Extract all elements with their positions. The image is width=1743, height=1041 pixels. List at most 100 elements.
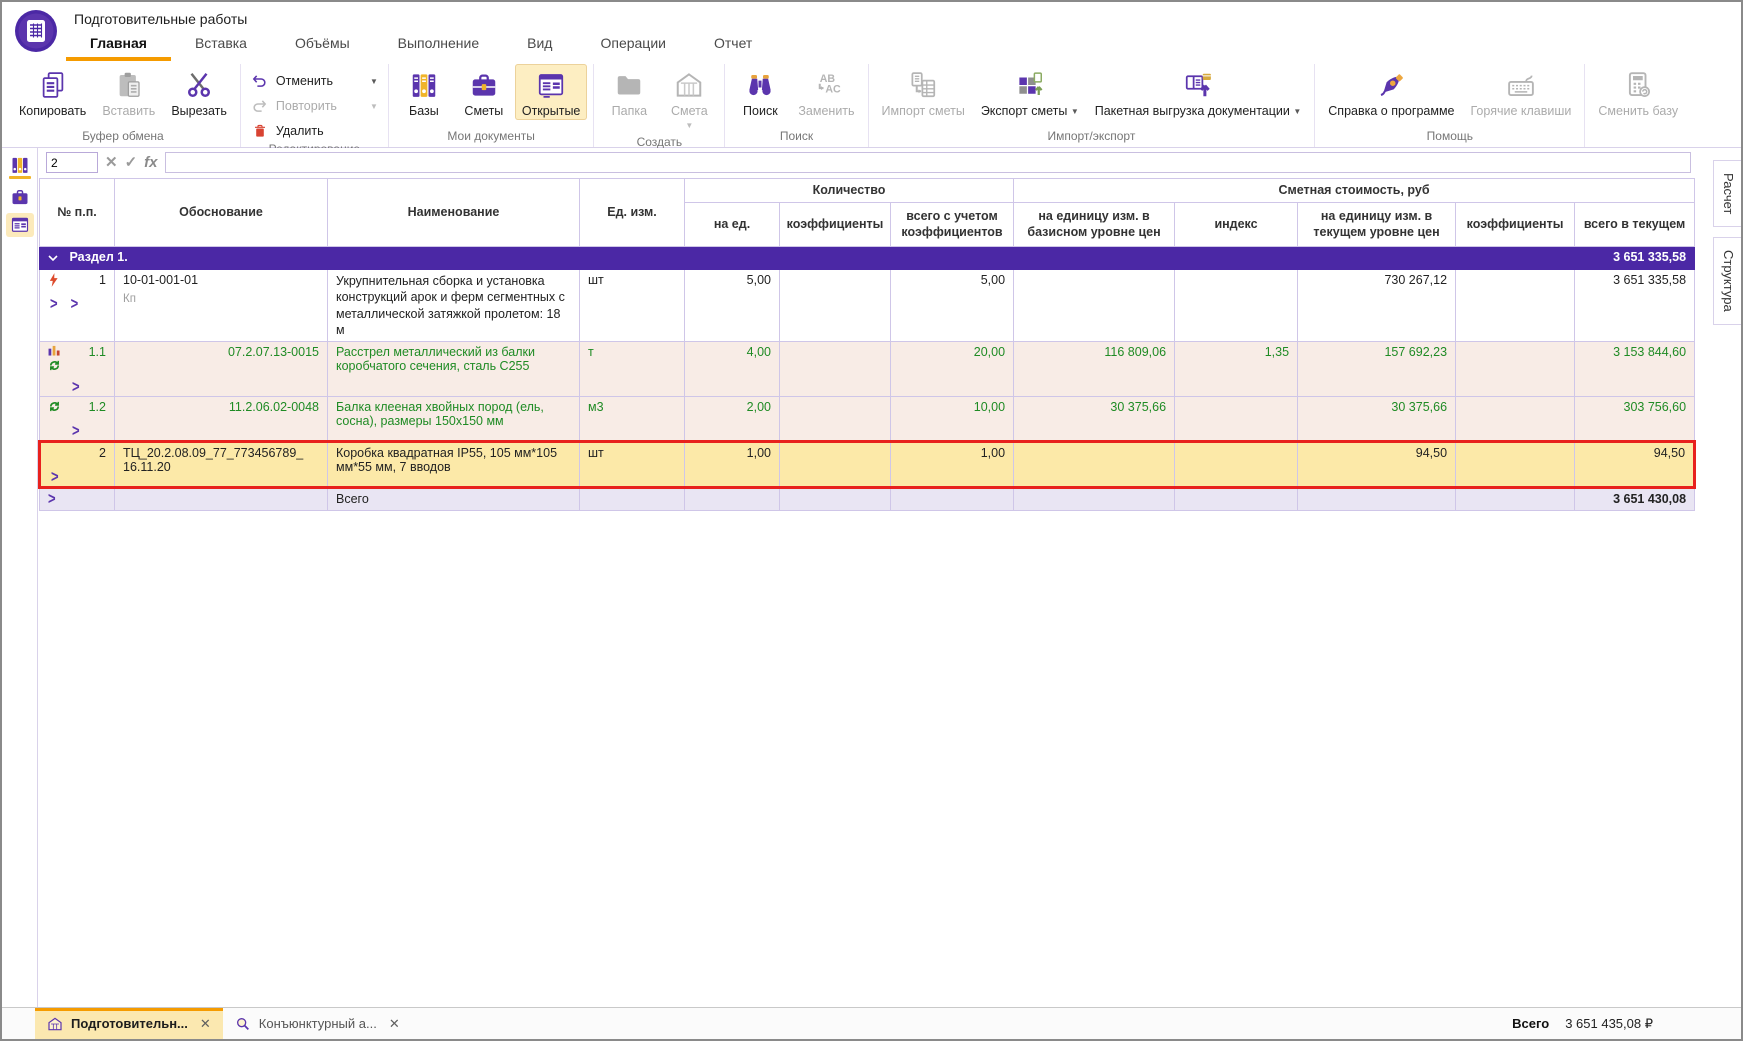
- table-row[interactable]: 1 > > 10-01-001-01 Кп: [40, 270, 1695, 342]
- close-icon[interactable]: ✕: [385, 1016, 400, 1032]
- header-qty-coef[interactable]: коэффициенты: [780, 203, 891, 247]
- binders-icon: [408, 69, 440, 101]
- export-estimate-label: Экспорт сметы ▼: [981, 104, 1079, 118]
- fx-icon: fx: [144, 154, 157, 171]
- group-label-help: Помощь: [1321, 127, 1578, 147]
- rail-opened-button[interactable]: [6, 213, 34, 237]
- side-tab-structure[interactable]: Структура: [1713, 237, 1741, 325]
- group-label-clipboard: Буфер обмена: [12, 127, 234, 147]
- header-cost-total[interactable]: всего в текущем: [1575, 203, 1695, 247]
- header-qty-group[interactable]: Количество: [685, 179, 1014, 203]
- paste-label: Вставить: [102, 104, 155, 118]
- opened-button[interactable]: Открытые: [515, 64, 588, 120]
- row-cost-coef: [1456, 342, 1575, 397]
- row-total: 3 651 335,58: [1575, 270, 1695, 342]
- row-qty-per: 5,00: [685, 270, 780, 342]
- cut-button[interactable]: Вырезать: [164, 64, 234, 120]
- opened-windows-icon: [10, 215, 30, 235]
- right-rail: Расчет Структура: [1713, 148, 1741, 1007]
- row-cost-cur: 94,50: [1298, 442, 1456, 488]
- paste-button[interactable]: Вставить: [95, 64, 162, 120]
- undo-button[interactable]: Отменить ▼: [251, 72, 378, 90]
- svg-text:AC: AC: [826, 84, 842, 96]
- tab-otchet[interactable]: Отчет: [690, 28, 776, 61]
- about-button[interactable]: Справка о программе: [1321, 64, 1461, 120]
- header-unit[interactable]: Ед. изм.: [580, 179, 685, 247]
- row-name: Укрупнительная сборка и установка констр…: [328, 270, 580, 342]
- header-cost-group[interactable]: Сметная стоимость, руб: [1014, 179, 1695, 203]
- tab-obyomy[interactable]: Объёмы: [271, 28, 374, 61]
- table-row[interactable]: 1.1 > 07.2.07.13-0015 Расстрел металличе…: [40, 342, 1695, 397]
- hotkeys-button[interactable]: Горячие клавиши: [1464, 64, 1579, 120]
- tab-vid[interactable]: Вид: [503, 28, 576, 61]
- doc-tab-podgotovitelnye[interactable]: Подготовительн... ✕: [35, 1008, 223, 1039]
- redo-icon: [251, 97, 269, 115]
- tab-glavnaya[interactable]: Главная: [66, 28, 171, 61]
- header-cost-cur[interactable]: на единицу изм. в текущем уровне цен: [1298, 203, 1456, 247]
- rail-bases-button[interactable]: [6, 153, 34, 181]
- formula-input[interactable]: [165, 152, 1692, 173]
- formula-accept-icon[interactable]: ✓: [125, 155, 138, 170]
- redo-dropdown-icon[interactable]: ▼: [344, 102, 378, 111]
- header-cost-base[interactable]: на единицу изм. в базисном уровне цен: [1014, 203, 1175, 247]
- section-collapse-icon[interactable]: [48, 250, 58, 264]
- estimates-button[interactable]: Сметы: [455, 64, 513, 120]
- about-label: Справка о программе: [1328, 104, 1454, 118]
- import-estimate-button[interactable]: Импорт сметы: [875, 64, 972, 120]
- copy-button[interactable]: Копировать: [12, 64, 93, 120]
- statusbar-total-label: Всего: [1512, 1016, 1549, 1031]
- side-tab-calc[interactable]: Расчет: [1713, 160, 1741, 227]
- expand-chevron-icon[interactable]: >: [50, 295, 58, 311]
- replace-button[interactable]: AB AC Заменить: [791, 64, 861, 120]
- doc-tab-konyunkturny[interactable]: Конъюнктурный а... ✕: [223, 1008, 412, 1039]
- export-estimate-button[interactable]: Экспорт сметы ▼: [974, 64, 1086, 120]
- header-qty-per[interactable]: на ед.: [685, 203, 780, 247]
- redo-button[interactable]: Повторить ▼: [251, 97, 378, 115]
- copy-label: Копировать: [19, 104, 86, 118]
- find-label: Поиск: [743, 104, 778, 118]
- batch-upload-button[interactable]: Пакетная выгрузка документации ▼: [1088, 64, 1309, 120]
- undo-dropdown-icon[interactable]: ▼: [344, 77, 378, 86]
- bases-button[interactable]: Базы: [395, 64, 453, 120]
- expand-chevron-icon[interactable]: >: [71, 295, 79, 311]
- header-basis[interactable]: Обоснование: [115, 179, 328, 247]
- header-cost-coef[interactable]: коэффициенты: [1456, 203, 1575, 247]
- expand-chevron-icon[interactable]: >: [72, 378, 80, 394]
- document-title: Подготовительные работы: [74, 11, 247, 27]
- formula-cancel-icon[interactable]: ✕: [105, 155, 118, 170]
- header-cost-index[interactable]: индекс: [1175, 203, 1298, 247]
- binoculars-icon: [744, 69, 776, 101]
- section-title: Раздел 1.: [69, 250, 127, 264]
- tab-vypolnenie[interactable]: Выполнение: [374, 28, 503, 61]
- redo-label: Повторить: [276, 99, 337, 113]
- header-name[interactable]: Наименование: [328, 179, 580, 247]
- tab-operacii[interactable]: Операции: [576, 28, 690, 61]
- new-estimate-button[interactable]: Смета ▼: [660, 64, 718, 133]
- export-dropdown-icon[interactable]: ▼: [1071, 107, 1079, 116]
- batch-upload-dropdown-icon[interactable]: ▼: [1293, 107, 1301, 116]
- expand-chevron-icon[interactable]: >: [51, 468, 59, 484]
- find-button[interactable]: Поиск: [731, 64, 789, 120]
- table-row[interactable]: 1.2 > 11.2.06.02-0048 Балка клееная хвой…: [40, 397, 1695, 442]
- new-estimate-dropdown-icon[interactable]: ▼: [685, 121, 693, 130]
- new-folder-button[interactable]: Папка: [600, 64, 658, 120]
- header-qty-total[interactable]: всего с учетом коэффициентов: [891, 203, 1014, 247]
- header-num[interactable]: № п.п.: [40, 179, 115, 247]
- rail-estimates-button[interactable]: [6, 185, 34, 209]
- change-base-button[interactable]: Сменить базу: [1591, 64, 1685, 120]
- rocket-icon: [1375, 69, 1407, 101]
- cell-reference-input[interactable]: [46, 152, 98, 173]
- tab-vstavka[interactable]: Вставка: [171, 28, 271, 61]
- expand-chevron-icon[interactable]: >: [72, 422, 80, 438]
- close-icon[interactable]: ✕: [196, 1016, 211, 1032]
- selected-table-row[interactable]: 2 > ТЦ_20.2.08.09_77_773456789_ 16.11.20…: [40, 442, 1695, 488]
- delete-button[interactable]: Удалить: [251, 122, 378, 140]
- workspace: ✕ ✓ fx № п.п. Обоснование: [2, 148, 1741, 1007]
- expand-chevron-icon[interactable]: >: [48, 490, 56, 506]
- row-cost-cur: 730 267,12: [1298, 270, 1456, 342]
- section-row[interactable]: Раздел 1. 3 651 335,58: [40, 247, 1695, 270]
- statusbar: Подготовительн... ✕ Конъюнктурный а... ✕…: [2, 1007, 1741, 1039]
- import-icon: [907, 69, 939, 101]
- doc-tab-label: Конъюнктурный а...: [259, 1016, 377, 1031]
- trash-icon: [251, 122, 269, 140]
